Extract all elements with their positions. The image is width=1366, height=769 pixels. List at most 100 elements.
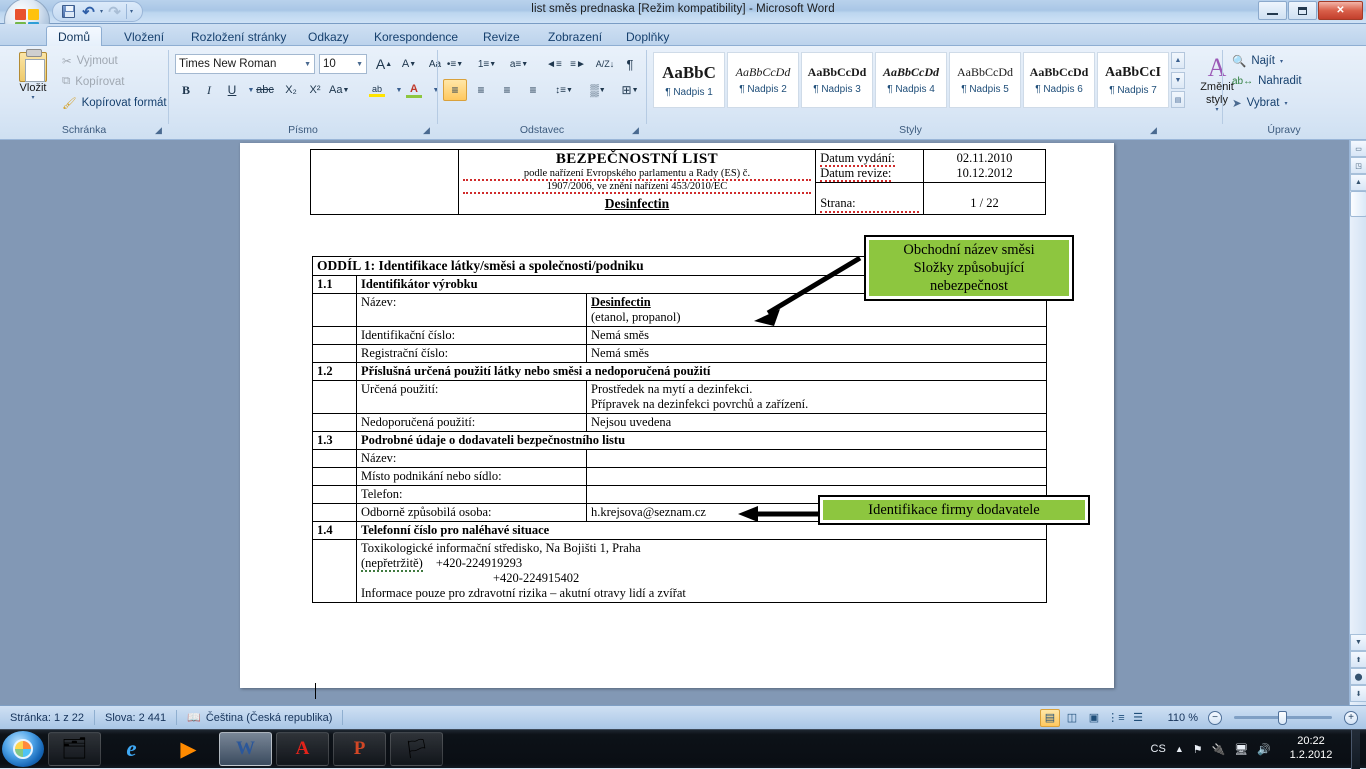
copy-button[interactable]: ⧉ Kopírovat: [62, 75, 124, 88]
redo-icon[interactable]: ↷: [106, 3, 123, 21]
proofing-status[interactable]: 📖 Čeština (Česká republika): [177, 709, 342, 727]
style-nadpis-6[interactable]: AaBbCcDd ¶ Nadpis 6: [1023, 52, 1095, 108]
clipboard-dialog-launcher[interactable]: [155, 125, 165, 135]
save-icon[interactable]: [60, 3, 77, 20]
shading-button[interactable]: ▒ ▼: [585, 79, 611, 101]
scroll-split-icon[interactable]: ▭: [1350, 140, 1366, 157]
undo-dropdown-icon[interactable]: ▾: [100, 8, 103, 15]
scroll-up-button[interactable]: ▲: [1350, 174, 1366, 191]
bullets-button[interactable]: •≡ ▼: [443, 53, 467, 75]
full-screen-reading-button[interactable]: ◫: [1062, 709, 1082, 727]
font-dialog-launcher[interactable]: [423, 125, 433, 135]
taskbar-explorer[interactable]: 🗂: [48, 732, 101, 766]
zoom-slider[interactable]: [1224, 710, 1342, 726]
zoom-level[interactable]: 110 %: [1160, 712, 1198, 724]
document-canvas[interactable]: BEZPEČNOSTNÍ LIST podle nařízení Evropsk…: [0, 140, 1366, 705]
minimize-button[interactable]: [1258, 1, 1287, 20]
document-page[interactable]: BEZPEČNOSTNÍ LIST podle nařízení Evropsk…: [240, 143, 1114, 699]
bold-button[interactable]: B: [175, 79, 197, 101]
tab-revize[interactable]: Revize: [472, 26, 531, 47]
power-icon[interactable]: 🔌: [1212, 743, 1226, 756]
tab-domu[interactable]: Domů: [46, 26, 103, 47]
style-nadpis-4[interactable]: AaBbCcDd ¶ Nadpis 4: [875, 52, 947, 108]
gallery-up-icon[interactable]: ▲: [1171, 52, 1185, 69]
taskbar-internet-explorer[interactable]: e: [105, 732, 158, 766]
font-size-combo[interactable]: 10 ▼: [319, 54, 367, 74]
cut-button[interactable]: ✂ Vyjmout: [62, 54, 118, 68]
taskbar-acrobat[interactable]: A: [276, 732, 329, 766]
customize-qat-icon[interactable]: ▾: [130, 8, 133, 15]
shrink-font-button[interactable]: A ▼: [397, 53, 421, 75]
replace-button[interactable]: ab↔ Nahradit: [1232, 75, 1302, 87]
align-center-button[interactable]: ≡: [469, 79, 493, 101]
strikethrough-button[interactable]: abc: [254, 79, 276, 101]
zoom-slider-knob[interactable]: [1278, 710, 1287, 725]
highlight-button[interactable]: ab: [366, 79, 388, 101]
italic-button[interactable]: I: [198, 79, 220, 101]
change-case-button[interactable]: Aa ▼: [328, 79, 350, 101]
monitor-icon[interactable]: 🖥: [1234, 743, 1248, 756]
volume-icon[interactable]: 🔊: [1257, 743, 1271, 756]
select-dropdown-icon[interactable]: ▾: [1284, 100, 1287, 107]
tab-zobrazeni[interactable]: Zobrazení: [537, 26, 613, 47]
tab-odkazy[interactable]: Odkazy: [297, 26, 360, 47]
multilevel-list-button[interactable]: a≡ ▼: [507, 53, 531, 75]
gallery-down-icon[interactable]: ▼: [1171, 71, 1185, 89]
zoom-in-button[interactable]: +: [1344, 710, 1358, 725]
format-painter-button[interactable]: 🖌 Kopírovat formát: [62, 96, 167, 110]
select-browse-object-button[interactable]: ⬤: [1350, 668, 1366, 685]
vertical-scrollbar[interactable]: ▭ ◳ ▲ ▼ ⬆ ⬤ ⬇: [1349, 140, 1366, 705]
increase-indent-button[interactable]: ≡►: [567, 53, 589, 75]
scrollbar-thumb[interactable]: [1350, 191, 1366, 217]
font-color-button[interactable]: A: [403, 79, 425, 101]
taskbar-flags-app[interactable]: 🏳: [390, 732, 443, 766]
language-indicator[interactable]: CS: [1151, 743, 1166, 755]
decrease-indent-button[interactable]: ◄≡: [543, 53, 565, 75]
word-count[interactable]: Slova: 2 441: [95, 709, 176, 727]
style-nadpis-2[interactable]: AaBbCcDd ¶ Nadpis 2: [727, 52, 799, 108]
change-styles-dropdown-icon[interactable]: ▾: [1215, 106, 1218, 113]
clock[interactable]: 20:22 1.2.2012: [1280, 735, 1342, 763]
draft-view-button[interactable]: ☰: [1128, 709, 1148, 727]
zoom-out-button[interactable]: −: [1208, 710, 1222, 725]
page-indicator[interactable]: Stránka: 1 z 22: [0, 709, 94, 727]
previous-page-button[interactable]: ⬆: [1350, 651, 1366, 668]
superscript-button[interactable]: X²: [304, 79, 326, 101]
grow-font-button[interactable]: A ▲: [372, 53, 396, 75]
outline-view-button[interactable]: ⋮≡: [1106, 709, 1126, 727]
subscript-button[interactable]: X₂: [280, 79, 302, 101]
close-button[interactable]: ✕: [1318, 1, 1363, 20]
styles-dialog-launcher[interactable]: [1150, 125, 1160, 135]
taskbar-powerpoint[interactable]: P: [333, 732, 386, 766]
select-button[interactable]: ➤ Vybrat ▾: [1232, 96, 1287, 110]
line-spacing-button[interactable]: ↕≡ ▼: [551, 79, 577, 101]
network-icon[interactable]: ⚑: [1193, 743, 1203, 756]
next-page-button[interactable]: ⬇: [1350, 685, 1366, 702]
style-nadpis-1[interactable]: AaBbC ¶ Nadpis 1: [653, 52, 725, 108]
paragraph-dialog-launcher[interactable]: [632, 125, 642, 135]
paste-button[interactable]: Vložit ▾: [10, 49, 56, 115]
styles-gallery-scroll[interactable]: ▲ ▼ ▤: [1171, 52, 1185, 108]
justify-button[interactable]: ≡: [521, 79, 545, 101]
tab-rozlozeni[interactable]: Rozložení stránky: [180, 26, 297, 47]
scroll-down-button[interactable]: ▼: [1350, 634, 1366, 651]
find-dropdown-icon[interactable]: ▾: [1280, 58, 1283, 65]
undo-icon[interactable]: ↶: [80, 3, 97, 21]
tab-vlozeni[interactable]: Vložení: [113, 26, 175, 47]
show-formatting-marks-button[interactable]: ¶: [619, 53, 641, 75]
align-left-button[interactable]: ≡: [443, 79, 467, 101]
chevron-down-icon[interactable]: ▼: [353, 61, 363, 68]
web-layout-view-button[interactable]: ▣: [1084, 709, 1104, 727]
style-nadpis-5[interactable]: AaBbCcDd ¶ Nadpis 5: [949, 52, 1021, 108]
restore-button[interactable]: [1288, 1, 1317, 20]
taskbar-word[interactable]: W: [219, 732, 272, 766]
tab-korespondence[interactable]: Korespondence: [363, 26, 469, 47]
find-button[interactable]: 🔍 Najít ▾: [1232, 54, 1283, 68]
font-name-combo[interactable]: Times New Roman ▼: [175, 54, 315, 74]
style-nadpis-7[interactable]: AaBbCcI ¶ Nadpis 7: [1097, 52, 1169, 108]
sort-button[interactable]: A/Z↓: [594, 53, 616, 75]
tab-doplnky[interactable]: Doplňky: [615, 26, 680, 47]
chevron-down-icon[interactable]: ▼: [301, 61, 311, 68]
show-hidden-icons-button[interactable]: ▲: [1175, 744, 1184, 754]
paste-dropdown-icon[interactable]: ▾: [31, 94, 34, 101]
